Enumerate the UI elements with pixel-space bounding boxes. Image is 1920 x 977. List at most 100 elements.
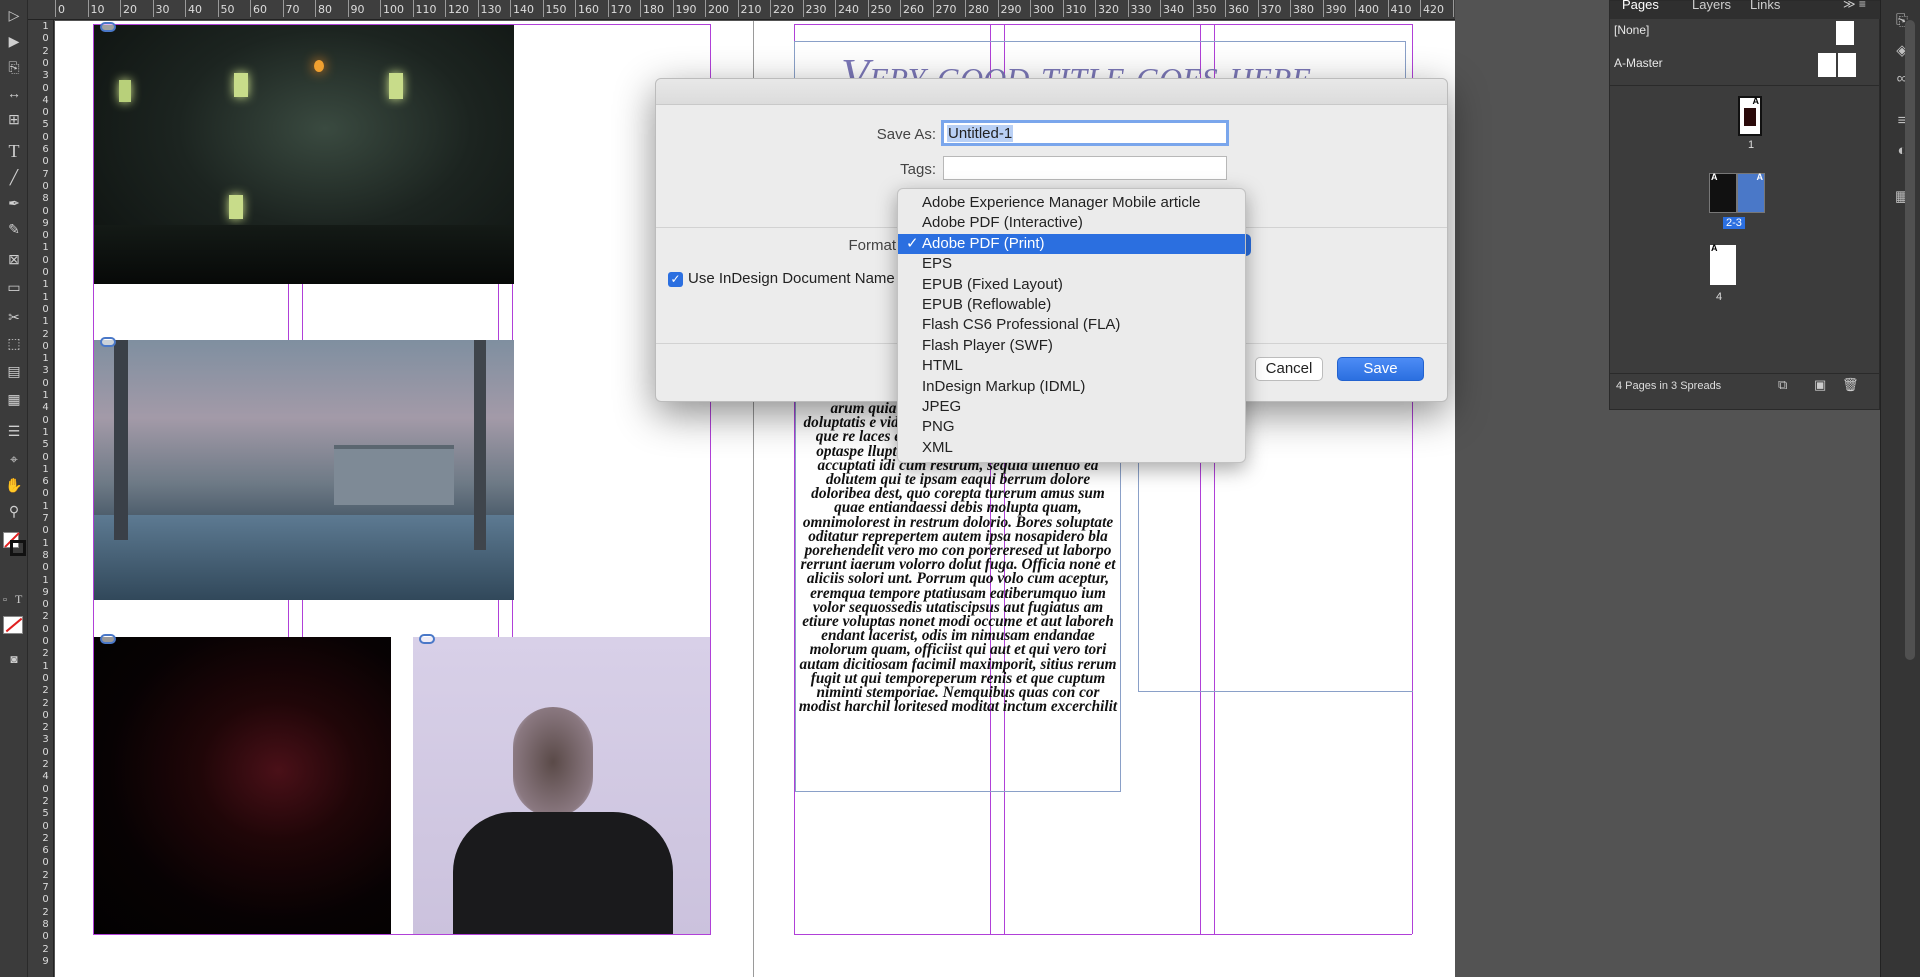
- hand-tool-icon[interactable]: ✋: [3, 474, 25, 496]
- tab-pages[interactable]: Pages: [1622, 0, 1659, 12]
- gradient-swatch-tool-icon[interactable]: ▤: [3, 360, 25, 382]
- scrollbar[interactable]: [1905, 20, 1915, 660]
- edit-page-size-icon[interactable]: ⧉: [1778, 377, 1787, 393]
- use-indesign-name-checkbox[interactable]: ✓: [668, 272, 683, 287]
- tags-field[interactable]: [943, 156, 1227, 180]
- format-dropdown-menu: Adobe Experience Manager Mobile article …: [897, 188, 1246, 463]
- format-option-pdf-interactive[interactable]: Adobe PDF (Interactive): [898, 213, 1245, 233]
- master-a-thumb-right[interactable]: [1838, 53, 1856, 77]
- option-label: PNG: [922, 418, 955, 436]
- ruler-tick-label: 6: [42, 144, 49, 155]
- ruler-tick-label: 1: [42, 242, 49, 254]
- note-tool-icon[interactable]: ☰: [3, 420, 25, 442]
- pencil-tool-icon[interactable]: ✎: [3, 218, 25, 240]
- scissors-tool-icon[interactable]: ✂: [3, 306, 25, 328]
- rectangle-tool-icon[interactable]: ▭: [3, 276, 25, 298]
- link-icon[interactable]: [100, 22, 116, 32]
- page-4-label[interactable]: 4: [1716, 291, 1722, 303]
- rectangle-frame-tool-icon[interactable]: ⊠: [3, 248, 25, 270]
- window-light: [234, 73, 248, 97]
- save-as-value: Untitled-1: [947, 125, 1014, 142]
- link-icon[interactable]: [419, 634, 435, 644]
- cancel-button[interactable]: Cancel: [1255, 357, 1323, 381]
- format-container-icon[interactable]: ▫: [3, 594, 7, 606]
- ruler-tick-label: 280: [965, 0, 989, 17]
- zoom-tool-icon[interactable]: ⚲: [3, 500, 25, 522]
- master-none[interactable]: [None]: [1614, 23, 1649, 37]
- master-none-thumb[interactable]: [1836, 21, 1854, 45]
- flame-light: [314, 60, 324, 72]
- ruler-tick-label: 130: [477, 0, 502, 17]
- page-tool-icon[interactable]: ⎘: [3, 56, 25, 78]
- format-option-idml[interactable]: InDesign Markup (IDML): [898, 377, 1245, 397]
- ruler-tick-label: 0: [42, 623, 49, 635]
- format-text-icon[interactable]: T: [15, 592, 22, 607]
- link-icon[interactable]: [100, 634, 116, 644]
- type-tool-icon[interactable]: T: [3, 140, 25, 162]
- page-2-3-label[interactable]: 2-3: [1723, 217, 1745, 229]
- ruler-tick-label: 1: [42, 500, 49, 512]
- pages-panel: Pages Layers Links ≫ ≡ [None] A-Master A…: [1609, 0, 1881, 410]
- page-4-thumb[interactable]: A: [1710, 243, 1736, 285]
- ruler-tick-label: 8: [42, 918, 49, 930]
- pen-tool-icon[interactable]: ✒: [3, 192, 25, 214]
- apply-none-icon[interactable]: [3, 616, 23, 634]
- photo-night-house[interactable]: [94, 25, 514, 284]
- format-option-epub-fixed[interactable]: EPUB (Fixed Layout): [898, 275, 1245, 295]
- page-1-thumb[interactable]: A: [1738, 96, 1762, 136]
- format-option-fla[interactable]: Flash CS6 Professional (FLA): [898, 315, 1245, 335]
- format-option-epub-reflowable[interactable]: EPUB (Reflowable): [898, 295, 1245, 315]
- free-transform-tool-icon[interactable]: ⬚: [3, 332, 25, 354]
- stroke-swatch-icon[interactable]: [10, 540, 26, 556]
- ruler-tick-label: 420: [1420, 0, 1444, 17]
- ruler-tick-label: 390: [1322, 0, 1347, 17]
- format-option-jpeg[interactable]: JPEG: [898, 397, 1245, 417]
- panel-menu-icon[interactable]: ≫ ≡: [1843, 0, 1866, 11]
- master-a-thumb-left[interactable]: [1818, 53, 1836, 77]
- direct-selection-tool-icon[interactable]: ▶: [3, 30, 25, 52]
- master-a[interactable]: A-Master: [1614, 56, 1663, 70]
- screen-mode-icon[interactable]: ◙: [3, 648, 25, 670]
- format-option-eps[interactable]: EPS: [898, 254, 1245, 274]
- save-as-label: Save As:: [876, 126, 936, 143]
- margin-guide: [794, 934, 1412, 935]
- ruler-tick-label: 6: [42, 845, 49, 857]
- ruler-tick-label: 6: [42, 476, 49, 488]
- photo-blurred-person[interactable]: [413, 637, 710, 934]
- tab-layers[interactable]: Layers: [1692, 0, 1731, 12]
- ruler-tick-label: 0: [55, 0, 65, 17]
- page-1-label[interactable]: 1: [1744, 139, 1758, 151]
- content-collector-tool-icon[interactable]: ⊞: [3, 108, 25, 130]
- format-option-xml[interactable]: XML: [898, 438, 1245, 458]
- master-letter: A: [1711, 243, 1718, 253]
- format-option-swf[interactable]: Flash Player (SWF): [898, 336, 1245, 356]
- save-button[interactable]: Save: [1337, 357, 1424, 381]
- option-label: JPEG: [922, 397, 962, 415]
- line-tool-icon[interactable]: ╱: [3, 166, 25, 188]
- gradient-feather-tool-icon[interactable]: ▦: [3, 388, 25, 410]
- photo-dark-face[interactable]: [94, 637, 391, 934]
- format-option-png[interactable]: PNG: [898, 417, 1245, 437]
- delete-page-icon[interactable]: 🗑: [1842, 377, 1859, 393]
- tree: [114, 340, 128, 540]
- gap-tool-icon[interactable]: ↔: [3, 82, 25, 104]
- page-2-thumb[interactable]: A: [1709, 172, 1737, 213]
- tab-links[interactable]: Links: [1750, 0, 1780, 12]
- format-option-html[interactable]: HTML: [898, 356, 1245, 376]
- new-page-icon[interactable]: ▣: [1814, 377, 1826, 393]
- selection-tool-icon[interactable]: ▷: [3, 4, 25, 26]
- ruler-tick-label: 2: [42, 45, 49, 57]
- eyedropper-tool-icon[interactable]: ⌖: [3, 448, 25, 470]
- format-option-aem-mobile[interactable]: Adobe Experience Manager Mobile article: [898, 193, 1245, 213]
- ruler-tick-label: 260: [900, 0, 924, 17]
- save-as-field[interactable]: Untitled-1: [941, 120, 1229, 146]
- format-option-pdf-print[interactable]: ✓ Adobe PDF (Print): [898, 233, 1245, 255]
- link-icon[interactable]: [100, 337, 116, 347]
- photo-misty-cabin[interactable]: [94, 340, 514, 600]
- ruler-tick-label: 3: [42, 734, 49, 746]
- ruler-tick-label: 2: [42, 722, 49, 734]
- dialog-titlebar: [656, 79, 1447, 105]
- option-label: EPUB (Fixed Layout): [922, 275, 1063, 293]
- tools-panel: ▷ ▶ ⎘ ↔ ⊞ T ╱ ✒ ✎ ⊠ ▭ ✂ ⬚ ▤ ▦ ☰ ⌖ ✋ ⚲ ▫ …: [0, 0, 28, 977]
- page-3-thumb[interactable]: A: [1737, 172, 1765, 213]
